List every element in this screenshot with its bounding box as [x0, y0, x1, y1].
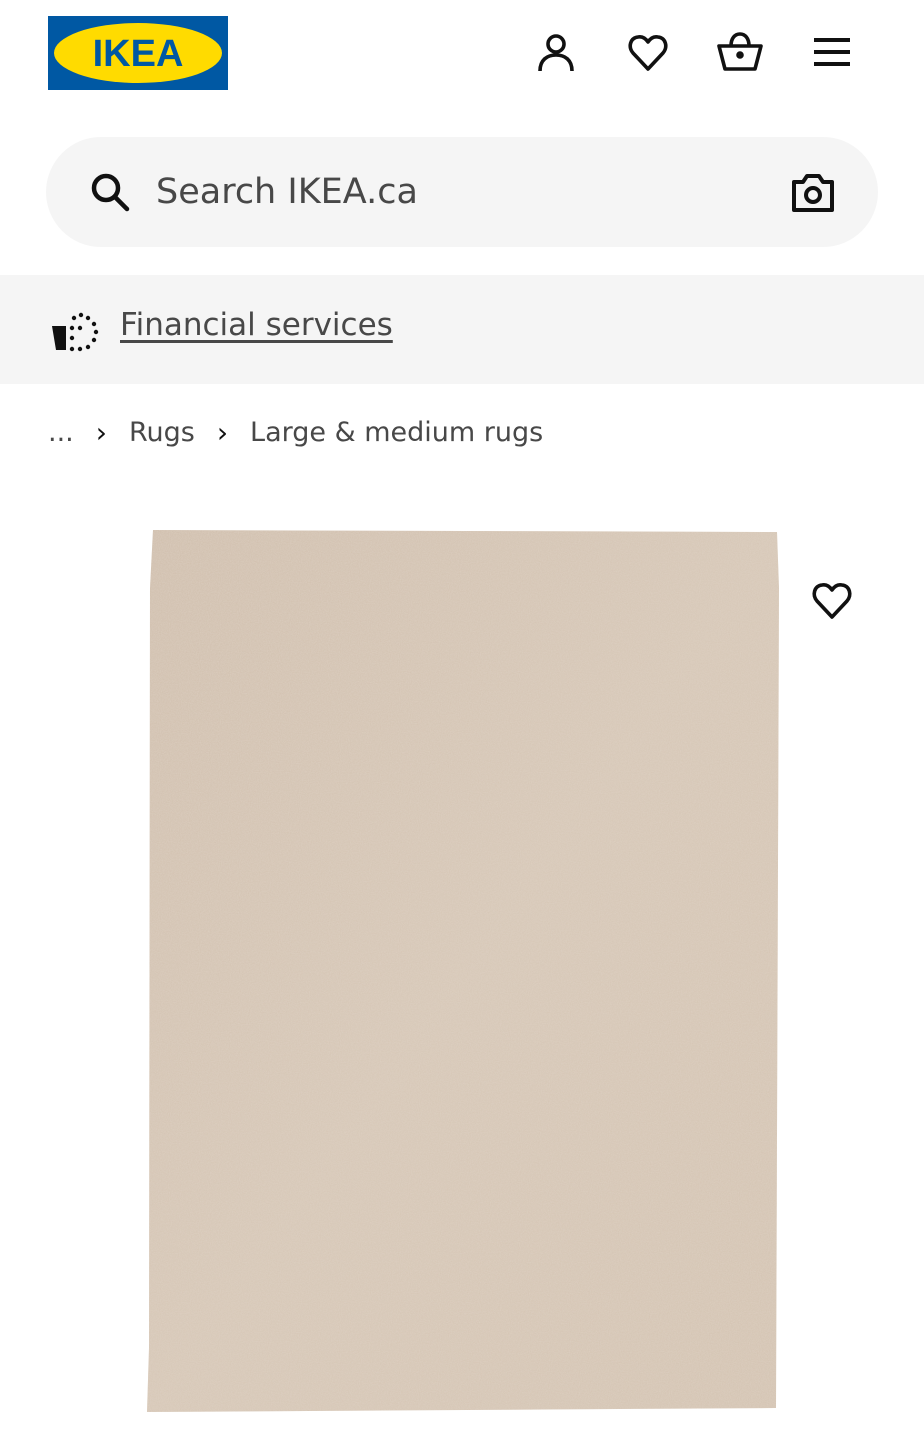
breadcrumb-large-medium-rugs[interactable]: Large & medium rugs — [250, 417, 543, 448]
breadcrumb-ellipsis[interactable]: ... — [48, 417, 74, 448]
search-icon[interactable] — [88, 170, 132, 214]
product-image-rug[interactable] — [145, 528, 781, 1414]
menu-icon[interactable] — [808, 28, 856, 76]
breadcrumb-rugs[interactable]: Rugs — [129, 417, 195, 448]
favourite-button[interactable] — [788, 556, 876, 644]
breadcrumb: ... › Rugs › Large & medium rugs — [48, 412, 543, 452]
site-header: IKEA — [0, 0, 924, 110]
logo-wordmark: IKEA — [93, 33, 184, 75]
financing-icon — [50, 310, 100, 352]
chevron-right-icon: › — [95, 415, 107, 449]
camera-icon[interactable] — [788, 168, 838, 218]
heart-icon[interactable] — [624, 28, 672, 76]
search-input[interactable] — [156, 162, 756, 222]
profile-icon[interactable] — [532, 28, 580, 76]
chevron-right-icon: › — [216, 415, 229, 449]
heart-icon — [812, 583, 852, 619]
financial-services-link[interactable]: Financial services — [120, 303, 393, 347]
shopping-bag-icon[interactable] — [716, 28, 764, 76]
ikea-logo[interactable]: IKEA — [48, 16, 228, 90]
